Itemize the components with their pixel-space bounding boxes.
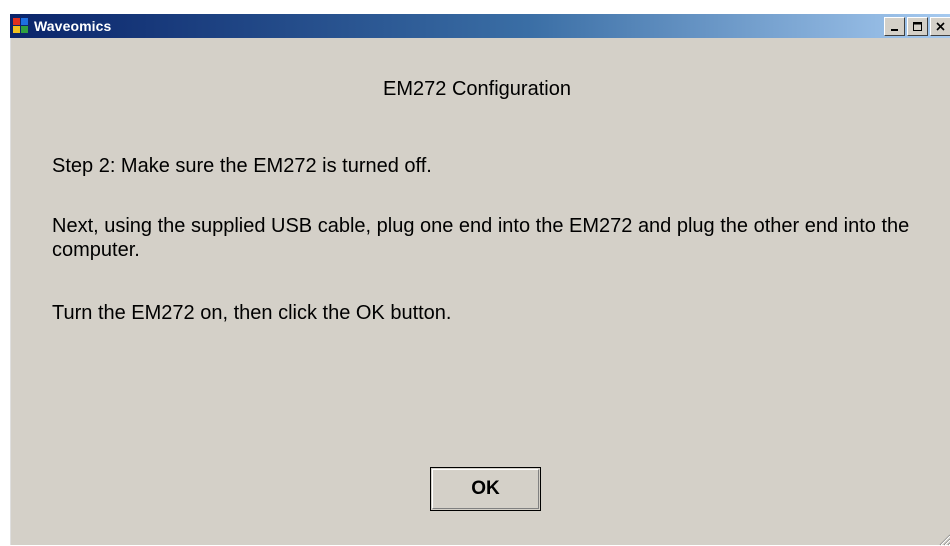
dialog-window: Waveomics EM272 Configuration Step 2: Ma… [9,13,950,546]
title-bar[interactable]: Waveomics [10,14,950,38]
window-controls [882,17,950,36]
close-button[interactable] [930,17,950,36]
maximize-icon [912,21,922,31]
close-icon [935,21,945,31]
maximize-button[interactable] [907,17,928,36]
step-instruction: Step 2: Make sure the EM272 is turned of… [52,155,432,177]
dialog-content: EM272 Configuration Step 2: Make sure th… [10,38,950,546]
ok-button[interactable]: OK [430,467,541,511]
window-title: Waveomics [34,18,112,34]
minimize-icon [890,28,898,31]
minimize-button[interactable] [884,17,905,36]
dialog-heading: EM272 Configuration [383,78,571,100]
cable-instruction: Next, using the supplied USB cable, plug… [52,215,910,261]
application-icon[interactable] [13,18,29,34]
resize-grip-icon[interactable] [937,532,950,546]
power-instruction: Turn the EM272 on, then click the OK but… [52,302,452,324]
